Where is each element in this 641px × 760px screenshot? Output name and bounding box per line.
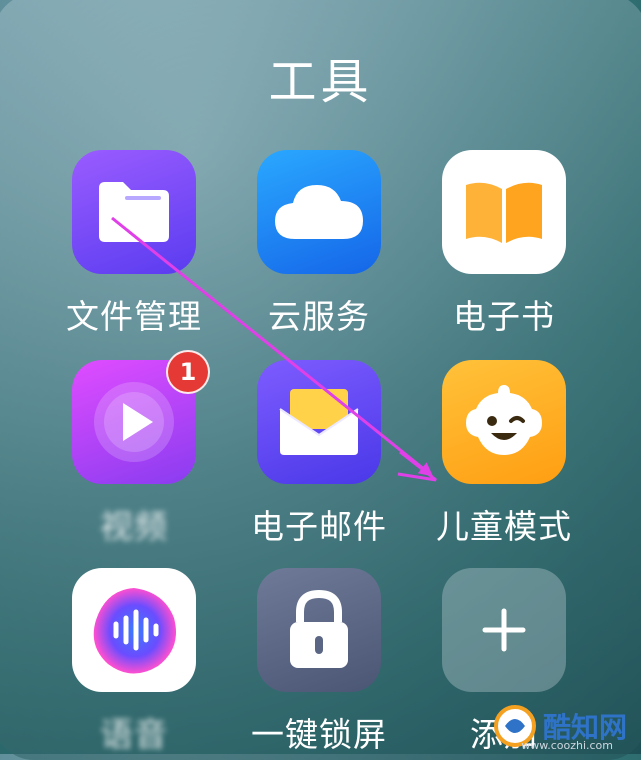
app-file-manager[interactable]: 文件管理 xyxy=(44,150,224,338)
watermark-url: www.coozhi.com xyxy=(521,739,613,752)
app-label: 电子书 xyxy=(453,297,555,336)
app-label: 语音 xyxy=(100,715,168,754)
mail-icon xyxy=(257,360,381,484)
app-kids-mode[interactable]: 儿童模式 xyxy=(414,360,594,548)
app-video[interactable]: 1 视频 xyxy=(44,350,224,548)
notification-badge: 1 xyxy=(166,350,210,394)
folder-icon xyxy=(72,150,196,274)
book-icon xyxy=(442,150,566,274)
lock-icon xyxy=(257,568,381,692)
app-label: 文件管理 xyxy=(66,297,202,336)
app-label: 电子邮件 xyxy=(251,507,387,546)
app-ebook[interactable]: 电子书 xyxy=(414,150,594,338)
app-email[interactable]: 电子邮件 xyxy=(229,360,409,548)
voice-wave-icon xyxy=(72,568,196,692)
app-voice[interactable]: 语音 xyxy=(44,568,224,756)
child-face-icon xyxy=(442,360,566,484)
cloud-icon xyxy=(257,150,381,274)
app-label: 儿童模式 xyxy=(436,507,572,546)
folder-title: 工具 xyxy=(268,54,373,110)
app-label: 一键锁屏 xyxy=(251,715,387,754)
app-lock-screen[interactable]: 一键锁屏 xyxy=(229,568,409,756)
plus-icon xyxy=(442,568,566,692)
app-label: 视频 xyxy=(100,507,168,546)
app-cloud-service[interactable]: 云服务 xyxy=(229,150,409,338)
app-label: 云服务 xyxy=(268,297,370,336)
